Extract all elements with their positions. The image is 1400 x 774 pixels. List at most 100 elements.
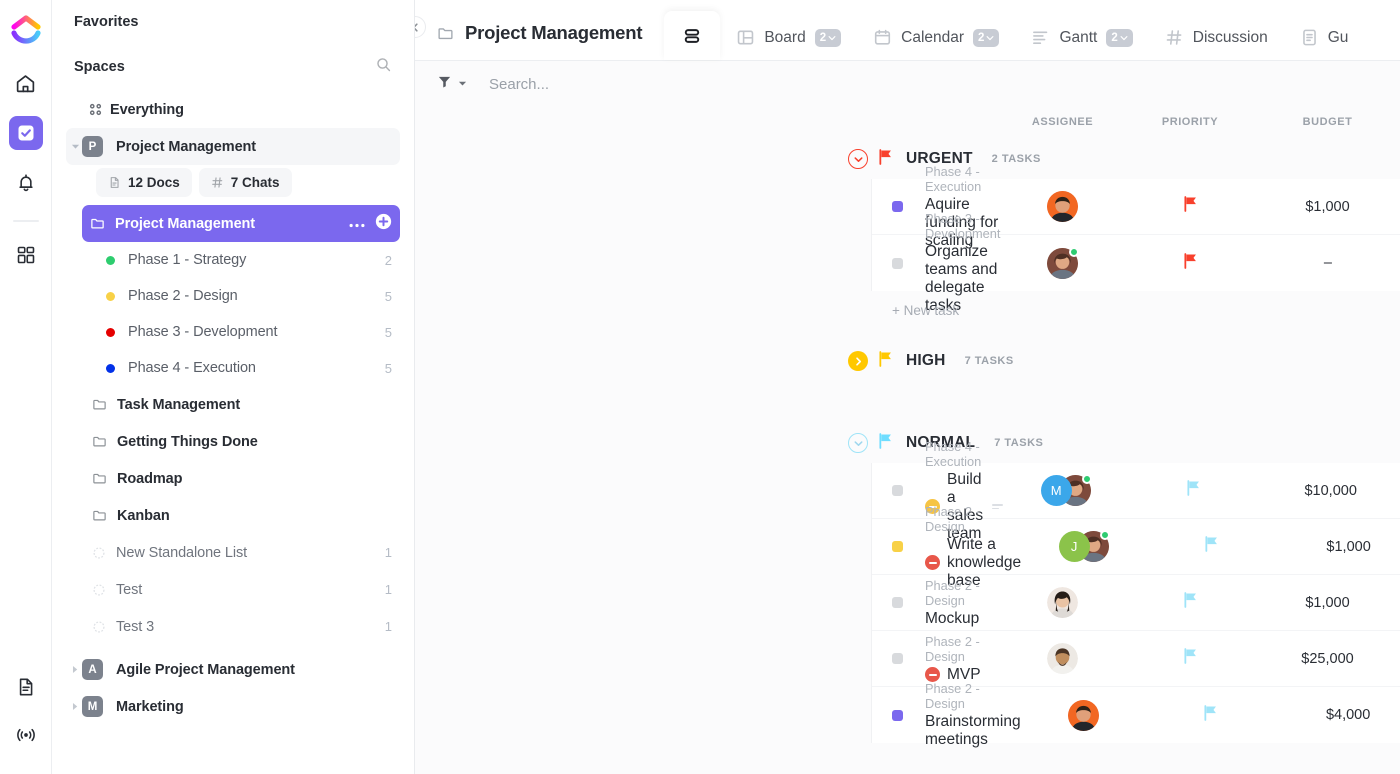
sidebar-list-test-3[interactable]: Test 3 1 (66, 608, 400, 645)
folder-list: Task Management Getting Things Done Road… (66, 386, 400, 534)
sidebar-item-phase-4[interactable]: Phase 4 - Execution 5 (66, 350, 400, 386)
task-priority-cell[interactable] (1125, 648, 1255, 669)
docs-icon[interactable] (9, 670, 43, 704)
avatar[interactable] (1047, 191, 1078, 222)
tab-badge[interactable]: 2 (973, 28, 1000, 47)
task-budget-cell[interactable]: $25,000 (1255, 651, 1400, 667)
home-icon[interactable] (9, 66, 43, 100)
avatar[interactable]: J (1058, 530, 1110, 562)
spaces-header[interactable]: Spaces (66, 40, 400, 91)
clickup-logo-icon[interactable] (8, 12, 44, 48)
task-priority-cell[interactable] (1125, 252, 1255, 274)
task-priority-cell[interactable] (1125, 592, 1255, 613)
search-icon[interactable] (375, 56, 392, 77)
task-status-indicator[interactable] (892, 597, 903, 608)
notifications-bell-icon[interactable] (9, 166, 43, 200)
avatar[interactable] (1047, 643, 1078, 674)
task-assignee-cell[interactable] (1000, 643, 1125, 674)
table-row[interactable]: Phase 2 - Design Brainstorming meetings (872, 681, 1400, 748)
sidebar-folder-task-management[interactable]: Task Management (66, 386, 400, 423)
tab-board[interactable]: Board 2 (720, 15, 857, 60)
sidebar-folder-getting-things-done[interactable]: Getting Things Done (66, 423, 400, 460)
task-main-cell[interactable]: Phase 2 - Design Mockup (872, 578, 1000, 628)
tab-guide[interactable]: Gu (1284, 15, 1365, 60)
sidebar-folder-kanban[interactable]: Kanban (66, 497, 400, 534)
table-row[interactable]: Phase 2 - Design Mockup $1,000 (872, 575, 1400, 631)
task-assignee-cell[interactable]: J (1021, 530, 1146, 562)
sidebar-space-marketing[interactable]: M Marketing (66, 688, 400, 725)
group-header-high[interactable]: HIGH 7 TASKS (415, 341, 1400, 381)
sidebar-space-agile-project-management[interactable]: A Agile Project Management (66, 651, 400, 688)
table-row[interactable]: Phase 2 - Design MVP $25,000 (872, 631, 1400, 687)
sidebar-list-project-management-active[interactable]: Project Management (82, 205, 400, 242)
task-priority-cell[interactable] (1146, 704, 1276, 726)
sidebar-item-phase-3[interactable]: Phase 3 - Development 5 (66, 314, 400, 350)
task-assignee-cell[interactable]: M (1003, 474, 1128, 506)
group-collapse-toggle[interactable] (848, 433, 868, 453)
chevron-down-icon[interactable] (68, 142, 82, 151)
tab-badge-count: 2 (1111, 31, 1118, 44)
sidebar-item-everything[interactable]: Everything (66, 91, 400, 128)
tasks-icon[interactable] (8, 116, 43, 150)
sidebar-space-project-management[interactable]: P Project Management (66, 128, 400, 165)
tab-list[interactable] (664, 11, 721, 60)
avatar[interactable]: M (1040, 474, 1092, 506)
avatar[interactable] (1047, 246, 1080, 279)
table-row[interactable]: Phase 3 - Development Organize teams and… (872, 211, 1400, 314)
docs-chip[interactable]: 12 Docs (96, 168, 192, 197)
task-priority-cell[interactable] (1128, 480, 1258, 501)
tab-badge[interactable]: 2 (814, 28, 842, 47)
task-priority-cell[interactable] (1146, 536, 1276, 557)
task-main-cell[interactable]: Phase 3 - Development Organize teams and… (872, 211, 1000, 315)
sidebar-list-new-standalone-list[interactable]: New Standalone List 1 (66, 534, 400, 571)
tab-badge-count: 2 (978, 31, 985, 44)
task-budget-cell[interactable]: $1,000 (1276, 539, 1400, 555)
task-status-indicator[interactable] (892, 485, 903, 496)
tab-calendar[interactable]: Calendar 2 (857, 15, 1015, 60)
group-collapse-toggle[interactable] (848, 351, 868, 371)
task-assignee-cell[interactable] (1021, 699, 1146, 731)
tab-label: Discussion (1192, 28, 1268, 46)
group-collapse-toggle[interactable] (848, 149, 868, 169)
table-row[interactable]: Phase 2 - Design Write a knowledge base … (872, 504, 1400, 589)
task-assignee-cell[interactable] (1000, 587, 1125, 618)
task-status-indicator[interactable] (892, 653, 903, 664)
search-input[interactable] (489, 75, 749, 93)
task-main-cell[interactable]: Phase 2 - Design MVP (872, 634, 1000, 684)
sidebar-item-phase-1[interactable]: Phase 1 - Strategy 2 (66, 242, 400, 278)
task-status-indicator[interactable] (892, 709, 903, 721)
task-assignee-cell[interactable] (1000, 191, 1125, 222)
avatar[interactable] (1067, 699, 1099, 731)
tab-strip: Board 2 Calendar 2 Gantt 2 Discussion Gu (664, 0, 1364, 60)
chevron-right-icon[interactable] (68, 665, 82, 674)
task-main-cell[interactable]: Phase 2 - Design Brainstorming meetings (872, 681, 1021, 749)
task-budget-cell[interactable]: $1,000 (1255, 595, 1400, 611)
sidebar: Favorites Spaces Everything P Project Ma… (52, 0, 415, 774)
broadcast-icon[interactable] (9, 718, 43, 752)
favorites-header[interactable]: Favorites (66, 0, 400, 40)
plus-circle-icon[interactable] (375, 213, 392, 235)
task-budget-cell[interactable]: $10,000 (1258, 483, 1400, 499)
chevron-right-icon[interactable] (68, 702, 82, 711)
standalone-list-group: New Standalone List 1 Test 1 Test 3 1 (66, 534, 400, 645)
task-budget-cell[interactable]: – (1255, 255, 1400, 271)
chevron-down-icon[interactable] (458, 75, 467, 93)
dashboards-icon[interactable] (9, 238, 43, 272)
tab-discussion[interactable]: Discussion (1149, 15, 1284, 60)
ellipsis-icon[interactable] (349, 215, 365, 233)
task-priority-cell[interactable] (1125, 196, 1255, 217)
task-status-indicator[interactable] (892, 541, 903, 552)
filter-button[interactable] (437, 74, 467, 94)
sidebar-item-phase-2[interactable]: Phase 2 - Design 5 (66, 278, 400, 314)
task-budget-cell[interactable]: $4,000 (1276, 707, 1400, 723)
task-assignee-cell[interactable] (1000, 246, 1125, 279)
list-toolbar (415, 61, 1400, 107)
task-status-indicator[interactable] (892, 257, 903, 269)
sidebar-folder-roadmap[interactable]: Roadmap (66, 460, 400, 497)
tab-gantt[interactable]: Gantt 2 (1015, 15, 1148, 60)
sidebar-list-test[interactable]: Test 1 (66, 571, 400, 608)
chats-chip[interactable]: 7 Chats (198, 168, 292, 197)
task-budget-cell[interactable]: $1,000 (1255, 199, 1400, 215)
tab-badge[interactable]: 2 (1106, 28, 1133, 47)
avatar[interactable] (1047, 587, 1078, 618)
